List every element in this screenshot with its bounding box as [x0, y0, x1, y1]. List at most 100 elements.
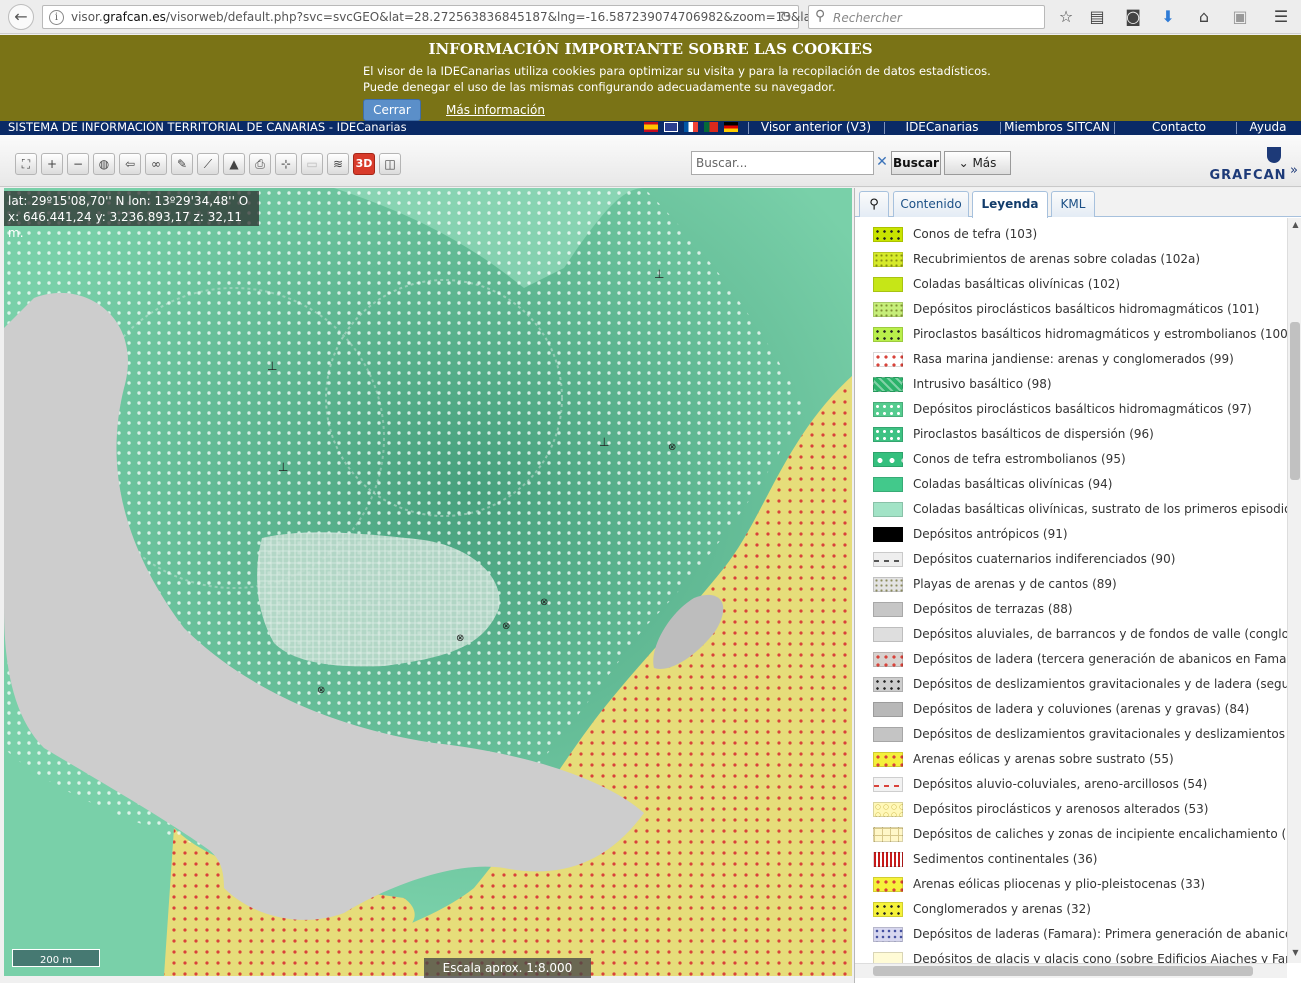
layers-icon[interactable]: ≋: [327, 153, 349, 175]
map-canvas[interactable]: ⊥ ⊥ ⊥ ⊥ ⊗ ⊗ ⊗ ⊗ ⊗: [4, 188, 852, 976]
legend-hscrollbar[interactable]: [855, 963, 1287, 978]
header-separator: [748, 122, 749, 134]
tab-kml[interactable]: KML: [1051, 191, 1095, 217]
header-link-ayuda[interactable]: Ayuda: [1240, 121, 1296, 134]
scroll-thumb[interactable]: [1290, 322, 1300, 480]
cookie-close-button[interactable]: Cerrar: [363, 99, 421, 121]
legend-label: Depósitos aluviales, de barrancos y de f…: [913, 627, 1287, 641]
home-icon[interactable]: ⌂: [1193, 6, 1215, 28]
legend-swatch: [873, 227, 903, 242]
browser-search-input[interactable]: ⚲ Rechercher: [808, 5, 1045, 29]
flag-de-icon[interactable]: [724, 122, 738, 132]
add-point-icon[interactable]: ⊹: [275, 153, 297, 175]
legend-swatch: [873, 352, 903, 367]
legend-label: Conos de tefra estrombolianos (95): [913, 452, 1126, 466]
legend-label: Recubrimientos de arenas sobre coladas (…: [913, 252, 1201, 266]
logo-text: GRAFCAN: [1209, 168, 1287, 183]
cookie-title: INFORMACIÓN IMPORTANTE SOBRE LAS COOKIES: [428, 40, 873, 58]
header-separator: [1114, 122, 1115, 134]
pocket-icon[interactable]: ◙: [1122, 6, 1144, 28]
link-icon[interactable]: ∞: [145, 153, 167, 175]
header-link-miembros[interactable]: Miembros SITCAN: [1004, 121, 1110, 134]
globe-icon[interactable]: ◍: [93, 153, 115, 175]
scroll-down-icon[interactable]: ▼: [1290, 948, 1301, 960]
reload-icon[interactable]: ↻: [779, 8, 792, 26]
lidar-icon[interactable]: ▭: [301, 153, 323, 175]
star-icon[interactable]: ☆: [1055, 6, 1077, 28]
legend-label: Depósitos de terrazas (88): [913, 602, 1073, 616]
header-link-visor-anterior[interactable]: Visor anterior (V3): [752, 121, 880, 134]
browser-toolbar: ← i visor.grafcan.es/visorweb/default.ph…: [0, 0, 1301, 34]
extension-icon[interactable]: ▣: [1229, 6, 1251, 28]
full-extent-icon[interactable]: ⛶: [15, 153, 37, 175]
three-d-button[interactable]: 3D: [353, 153, 375, 175]
print-icon[interactable]: ⎙: [249, 153, 271, 175]
legend-swatch: [873, 452, 903, 467]
url-text: visor.grafcan.es/visorweb/default.php?sv…: [71, 10, 850, 24]
more-button[interactable]: ⌄ Más: [944, 151, 1011, 175]
zoom-in-icon[interactable]: +: [41, 153, 63, 175]
url-bar[interactable]: i visor.grafcan.es/visorweb/default.php?…: [42, 5, 850, 29]
legend-swatch: [873, 952, 903, 963]
flag-en-icon[interactable]: [664, 122, 678, 132]
legend-item: Coladas basálticas olivínicas (94): [873, 474, 1287, 494]
legend-label: Depósitos de deslizamientos gravitaciona…: [913, 677, 1287, 691]
legend-swatch: [873, 777, 903, 792]
legend-item: Depósitos de terrazas (88): [873, 599, 1287, 619]
pencil-icon[interactable]: ✎: [171, 153, 193, 175]
legend-swatch: [873, 627, 903, 642]
map-search-input[interactable]: Buscar...: [691, 151, 874, 175]
legend-item: Depósitos piroclásticos y arenosos alter…: [873, 799, 1287, 819]
legend-item: Depósitos de deslizamientos gravitaciona…: [873, 674, 1287, 694]
info-icon[interactable]: i: [49, 10, 64, 25]
header-link-idecanarias[interactable]: IDECanarias: [888, 121, 996, 134]
legend-swatch: [873, 302, 903, 317]
url-suffix: /visorweb/default.php?svc=svcGEO&lat=28.…: [165, 10, 850, 24]
flag-pt-icon[interactable]: [704, 122, 718, 132]
tab-leyenda[interactable]: Leyenda: [972, 191, 1048, 218]
legend-item: Depósitos aluviales, de barrancos y de f…: [873, 624, 1287, 644]
collapse-panel-icon[interactable]: »: [1290, 163, 1298, 178]
legend-item: Arenas eólicas y arenas sobre sustrato (…: [873, 749, 1287, 769]
legend-swatch: [873, 577, 903, 592]
scale-bar: 200 m: [12, 949, 100, 967]
legend-label: Conos de tefra (103): [913, 227, 1038, 241]
split-view-icon[interactable]: ◫: [379, 153, 401, 175]
search-icon: ⚲: [869, 197, 879, 212]
zoom-out-icon[interactable]: −: [67, 153, 89, 175]
clear-search-icon[interactable]: ✕: [875, 151, 889, 175]
profile-icon[interactable]: ▲: [223, 153, 245, 175]
cookie-more-info-link[interactable]: Más información: [446, 103, 545, 117]
legend-label: Playas de arenas y de cantos (89): [913, 577, 1117, 591]
legend-item: Depósitos de caliches y zonas de incipie…: [873, 824, 1287, 844]
coord-xyz: x: 646.441,24 y: 3.236.893,17 z: 32,11 m…: [8, 210, 243, 240]
back-arrow-icon[interactable]: ←: [8, 4, 34, 30]
legend-scrollbar[interactable]: ▲ ▼: [1287, 218, 1301, 963]
chevron-down-icon: ⌄: [958, 156, 973, 170]
search-button[interactable]: Buscar: [891, 151, 941, 175]
map-view[interactable]: ⊥ ⊥ ⊥ ⊥ ⊗ ⊗ ⊗ ⊗ ⊗: [4, 188, 852, 976]
legend-list[interactable]: Conos de tefra (103) Recubrimientos de ar…: [855, 218, 1287, 963]
reading-list-icon[interactable]: ▤: [1086, 6, 1108, 28]
previous-view-icon[interactable]: ⇦: [119, 153, 141, 175]
grafcan-logo[interactable]: GRAFCAN: [1209, 147, 1287, 183]
legend-item: Coladas basálticas olivínicas (102): [873, 274, 1287, 294]
legend-swatch: [873, 527, 903, 542]
menu-icon[interactable]: ☰: [1270, 6, 1292, 28]
legend-swatch: [873, 677, 903, 692]
site-header: SISTEMA DE INFORMACIÓN TERRITORIAL DE CA…: [0, 121, 1301, 135]
legend-label: Depósitos antrópicos (91): [913, 527, 1068, 541]
legend-item: Conos de tefra estrombolianos (95): [873, 449, 1287, 469]
header-link-contacto[interactable]: Contacto: [1118, 121, 1240, 134]
ruler-icon[interactable]: ⟋: [197, 153, 219, 175]
tab-contenido[interactable]: Contenido: [893, 191, 969, 217]
legend-label: Rasa marina jandiense: arenas y conglome…: [913, 352, 1234, 366]
flag-es-icon[interactable]: [644, 122, 658, 132]
scroll-up-icon[interactable]: ▲: [1290, 220, 1301, 232]
download-icon[interactable]: ⬇: [1157, 6, 1179, 28]
tab-search[interactable]: ⚲: [859, 191, 889, 217]
flag-fr-icon[interactable]: [684, 122, 698, 132]
legend-swatch: [873, 277, 903, 292]
svg-text:⊥: ⊥: [654, 267, 664, 281]
hscroll-thumb[interactable]: [873, 966, 1253, 976]
